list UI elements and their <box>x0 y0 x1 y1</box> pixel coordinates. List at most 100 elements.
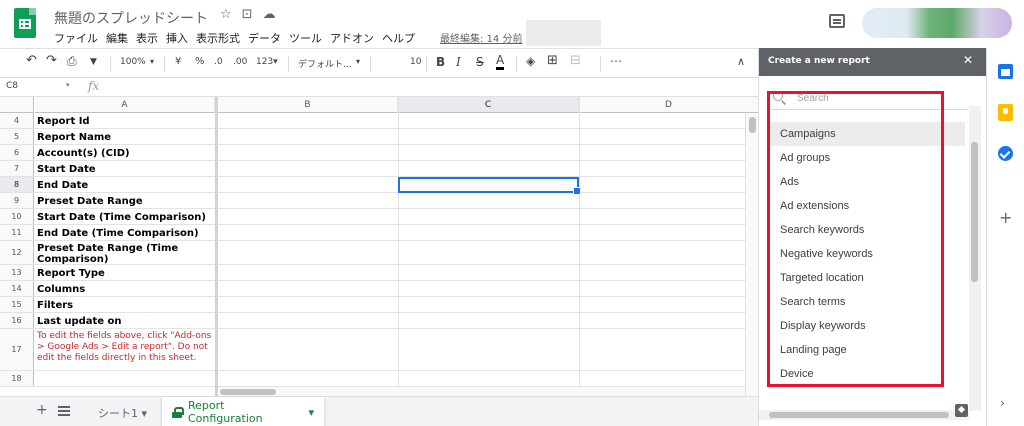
all-sheets-icon[interactable] <box>58 406 70 416</box>
cell-a[interactable]: Preset Date Range (Time Comparison) <box>35 241 215 265</box>
menu-insert[interactable]: 挿入 <box>166 30 188 46</box>
close-icon[interactable]: ✕ <box>963 53 973 67</box>
cell-a[interactable]: End Date (Time Comparison) <box>35 225 215 240</box>
tab-report-configuration[interactable]: Report Configuration ▾ <box>162 397 324 426</box>
row-number[interactable]: 4 <box>0 113 34 128</box>
list-item[interactable]: Ad groups <box>769 146 965 170</box>
comment-history-icon[interactable] <box>829 14 845 28</box>
borders-icon[interactable]: ⊞ <box>547 53 558 68</box>
print-icon[interactable]: ⎙ <box>67 54 77 69</box>
name-box-caret-icon[interactable]: ▾ <box>66 81 70 89</box>
column-header-c[interactable]: C <box>398 97 579 113</box>
menu-edit[interactable]: 編集 <box>106 30 128 46</box>
star-icon[interactable]: ☆ <box>220 7 232 22</box>
tasks-icon[interactable] <box>998 146 1013 161</box>
row-number[interactable]: 12 <box>0 241 34 264</box>
row-number[interactable]: 10 <box>0 209 34 224</box>
cell-a[interactable]: Report Name <box>35 129 215 144</box>
vertical-scrollbar[interactable] <box>745 113 758 396</box>
list-item[interactable]: Display keywords <box>769 314 965 338</box>
row-number[interactable]: 7 <box>0 161 34 176</box>
expand-rail-icon[interactable]: › <box>1000 396 1005 410</box>
font-size-select[interactable]: 10 <box>410 57 421 67</box>
horizontal-scrollbar[interactable] <box>218 386 745 396</box>
list-item[interactable]: Landing page <box>769 338 965 362</box>
list-item[interactable]: Negative keywords <box>769 242 965 266</box>
collapse-toolbar-icon[interactable]: ∧ <box>737 55 745 68</box>
sheets-logo-icon[interactable] <box>14 8 36 38</box>
frozen-column-divider[interactable] <box>215 97 218 396</box>
menu-help[interactable]: ヘルプ <box>382 30 415 46</box>
row-number[interactable]: 14 <box>0 281 34 296</box>
row-number[interactable]: 18 <box>0 371 34 386</box>
panel-horizontal-scrollbar[interactable] <box>759 410 969 420</box>
fill-color-icon[interactable]: ◈ <box>526 54 535 68</box>
column-header-d[interactable]: D <box>579 97 758 113</box>
cell-a[interactable]: Start Date <box>35 161 215 176</box>
list-item[interactable]: Targeted location <box>769 266 965 290</box>
row-number[interactable]: 11 <box>0 225 34 240</box>
list-item[interactable]: Device <box>769 362 965 386</box>
edit-instructions-note[interactable]: To edit the fields above, click "Add-ons… <box>35 329 215 370</box>
paint-format-icon[interactable]: ▼ <box>90 57 97 67</box>
panel-vertical-scrollbar[interactable] <box>969 106 981 411</box>
currency-button[interactable]: ¥ <box>175 56 181 67</box>
cell-a[interactable]: Report Id <box>35 113 215 128</box>
list-item[interactable]: Campaigns <box>769 122 965 146</box>
move-folder-icon[interactable]: ⊡ <box>242 7 253 22</box>
decrease-decimal-button[interactable]: .0 <box>214 57 223 67</box>
menu-format[interactable]: 表示形式 <box>196 30 240 46</box>
search-input[interactable] <box>797 89 957 107</box>
row-number[interactable]: 5 <box>0 129 34 144</box>
strikethrough-button[interactable]: S <box>476 55 484 69</box>
merge-cells-icon[interactable]: ⊟ <box>570 53 581 68</box>
get-addons-icon[interactable]: + <box>999 208 1012 227</box>
tab-sheet1[interactable]: シート1 ▾ <box>84 397 161 426</box>
last-edit-link[interactable]: 最終編集: 14 分前 <box>440 30 522 45</box>
cell-a[interactable]: Filters <box>35 297 215 312</box>
cell-a[interactable]: Columns <box>35 281 215 296</box>
search-box[interactable] <box>769 88 967 110</box>
undo-icon[interactable]: ↶ <box>26 53 37 68</box>
select-all-corner[interactable] <box>0 97 34 113</box>
cell-a[interactable]: End Date <box>35 177 215 192</box>
calendar-icon[interactable] <box>998 64 1013 79</box>
zoom-select[interactable]: 100% <box>120 57 146 67</box>
more-formats-button[interactable]: 123▾ <box>256 57 278 67</box>
cloud-status-icon[interactable]: ☁ <box>263 7 276 22</box>
menu-view[interactable]: 表示 <box>136 30 158 46</box>
row-number[interactable]: 13 <box>0 265 34 280</box>
cell-a[interactable]: Last update on <box>35 313 215 328</box>
menu-file[interactable]: ファイル <box>54 30 98 46</box>
menu-data[interactable]: データ <box>248 30 281 46</box>
row-number[interactable]: 17 <box>0 329 34 370</box>
text-color-button[interactable]: A <box>496 54 505 70</box>
row-number[interactable]: 15 <box>0 297 34 312</box>
list-item[interactable]: Search keywords <box>769 218 965 242</box>
add-sheet-button[interactable]: + <box>36 402 48 418</box>
spreadsheet-grid[interactable]: A B C D 4 Report Id 5 Report Name 6 Acco… <box>0 97 758 396</box>
explore-icon[interactable] <box>955 404 968 417</box>
percent-button[interactable]: % <box>195 56 205 67</box>
row-number[interactable]: 8 <box>0 177 34 192</box>
increase-decimal-button[interactable]: .00 <box>233 57 247 67</box>
list-item[interactable]: Ad extensions <box>769 194 965 218</box>
menu-addons[interactable]: アドオン <box>330 30 374 46</box>
share-and-account-area[interactable] <box>862 8 1012 38</box>
bold-button[interactable]: B <box>436 55 445 69</box>
font-select[interactable]: デフォルト... <box>298 57 352 70</box>
column-header-b[interactable]: B <box>218 97 398 113</box>
menu-tools[interactable]: ツール <box>289 30 322 46</box>
italic-button[interactable]: I <box>456 55 461 69</box>
more-options-icon[interactable]: ⋯ <box>610 54 622 68</box>
row-number[interactable]: 6 <box>0 145 34 160</box>
cell-a[interactable]: Report Type <box>35 265 215 280</box>
selected-cell-c8[interactable] <box>398 177 581 195</box>
row-number[interactable]: 9 <box>0 193 34 208</box>
cell-a[interactable]: Start Date (Time Comparison) <box>35 209 215 224</box>
document-title[interactable]: 無題のスプレッドシート <box>54 8 208 28</box>
name-box[interactable]: C8 <box>6 81 18 91</box>
row-number[interactable]: 16 <box>0 313 34 328</box>
cell-a[interactable]: Account(s) (CID) <box>35 145 215 160</box>
column-header-a[interactable]: A <box>35 97 215 113</box>
